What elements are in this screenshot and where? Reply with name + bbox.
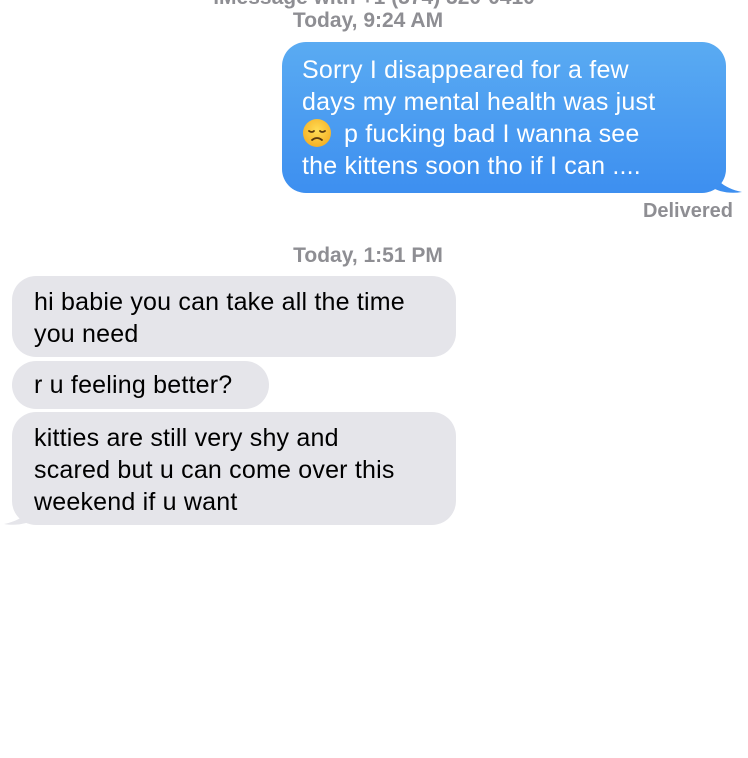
message-line: kitties are still very shy and [34, 424, 339, 452]
message-line: hi babie you can take all the time [34, 288, 405, 316]
message-line: the kittens soon tho if I can .... [302, 152, 641, 180]
message-line: days my mental health was just [302, 88, 656, 116]
sent-message-bubble[interactable]: Sorry I disappeared for a few days my me… [282, 42, 726, 193]
message-line: you need [34, 320, 139, 348]
message-line: p fucking bad I wanna see [344, 120, 640, 148]
disappointed-face-icon [303, 119, 331, 147]
message-line: weekend if u want [34, 488, 238, 516]
received-message-bubble[interactable]: hi babie you can take all the time you n… [12, 276, 456, 357]
message-line: scared but u can come over this [34, 456, 395, 484]
message-timestamp: Today, 9:24 AM [292, 9, 444, 32]
message-timestamp: Today, 1:51 PM [293, 244, 443, 267]
message-line: Sorry I disappeared for a few [302, 56, 629, 84]
delivery-status: Delivered [642, 200, 733, 222]
received-message-bubble[interactable]: kitties are still very shy and scared bu… [12, 412, 456, 525]
message-line: r u feeling better? [34, 371, 233, 399]
received-message-bubble[interactable]: r u feeling better? [12, 361, 269, 409]
